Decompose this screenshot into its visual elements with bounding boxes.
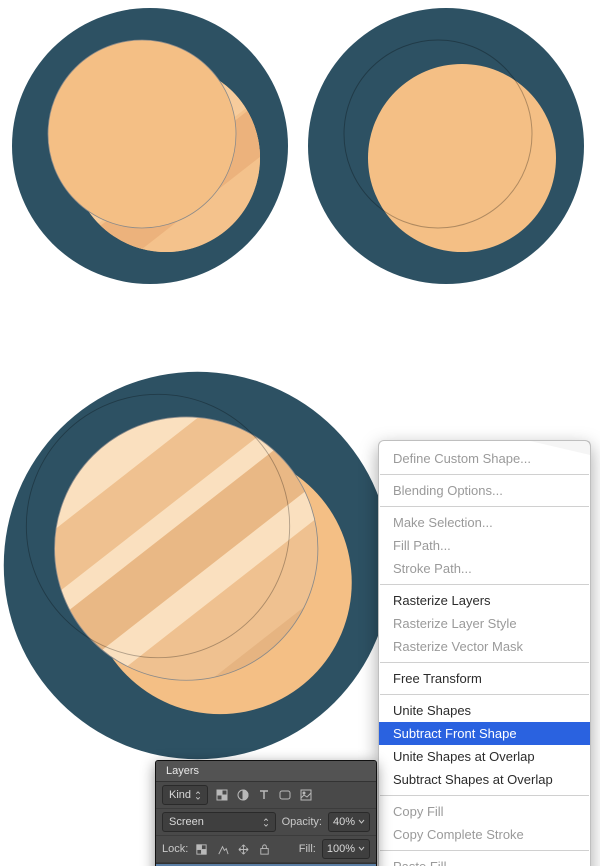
lock-transparent-icon[interactable] (194, 842, 209, 857)
menu-separator (380, 584, 589, 585)
lock-image-icon[interactable] (215, 842, 230, 857)
opacity-value-input[interactable]: 40% (328, 812, 370, 832)
lock-label: Lock: (162, 843, 188, 855)
lock-position-icon[interactable] (236, 842, 251, 857)
menu-item-rasterize-vector-mask[interactable]: Rasterize Vector Mask (379, 635, 590, 658)
menu-item-unite-at-overlap[interactable]: Unite Shapes at Overlap (379, 745, 590, 768)
menu-item-subtract-front-shape[interactable]: Subtract Front Shape (379, 722, 590, 745)
menu-item-rasterize-layers[interactable]: Rasterize Layers (379, 589, 590, 612)
coin-illustration-top-left (10, 6, 290, 286)
menu-separator (380, 694, 589, 695)
filter-adjust-icon[interactable] (235, 788, 250, 803)
path-context-menu[interactable]: Define Custom Shape... Blending Options.… (378, 440, 591, 866)
menu-item-copy-fill[interactable]: Copy Fill (379, 800, 590, 823)
filter-smart-icon[interactable] (298, 788, 313, 803)
filter-pixel-icon[interactable] (214, 788, 229, 803)
menu-separator (380, 662, 589, 663)
layers-tab[interactable]: Layers (156, 761, 376, 782)
layer-filter-row: Kind (156, 782, 376, 809)
coin-illustration-top-right (306, 6, 586, 286)
kind-filter-select[interactable]: Kind (162, 785, 208, 805)
menu-item-fill-path[interactable]: Fill Path... (379, 534, 590, 557)
menu-item-free-transform[interactable]: Free Transform (379, 667, 590, 690)
menu-item-blending-options[interactable]: Blending Options... (379, 479, 590, 502)
menu-item-define-custom-shape[interactable]: Define Custom Shape... (379, 447, 590, 470)
fill-value-input[interactable]: 100% (322, 839, 370, 859)
fill-label: Fill: (299, 843, 316, 855)
blend-opacity-row: Screen Opacity: 40% (156, 809, 376, 836)
layers-panel[interactable]: Layers Kind Screen Opacity: 40% Lock: Fi… (155, 760, 377, 866)
menu-item-rasterize-layer-style[interactable]: Rasterize Layer Style (379, 612, 590, 635)
menu-separator (380, 474, 589, 475)
menu-separator (380, 795, 589, 796)
menu-item-paste-fill[interactable]: Paste Fill (379, 855, 590, 866)
menu-item-copy-complete-stroke[interactable]: Copy Complete Stroke (379, 823, 590, 846)
menu-separator (380, 506, 589, 507)
lock-all-icon[interactable] (257, 842, 272, 857)
blend-mode-select[interactable]: Screen (162, 812, 276, 832)
lock-fill-row: Lock: Fill: 100% (156, 836, 376, 863)
coin-illustration-bottom (0, 368, 395, 763)
filter-shape-icon[interactable] (277, 788, 292, 803)
menu-item-stroke-path[interactable]: Stroke Path... (379, 557, 590, 580)
menu-separator (380, 850, 589, 851)
filter-type-icon[interactable] (256, 788, 271, 803)
menu-item-subtract-at-overlap[interactable]: Subtract Shapes at Overlap (379, 768, 590, 791)
menu-item-make-selection[interactable]: Make Selection... (379, 511, 590, 534)
menu-item-unite-shapes[interactable]: Unite Shapes (379, 699, 590, 722)
opacity-label: Opacity: (282, 816, 322, 828)
